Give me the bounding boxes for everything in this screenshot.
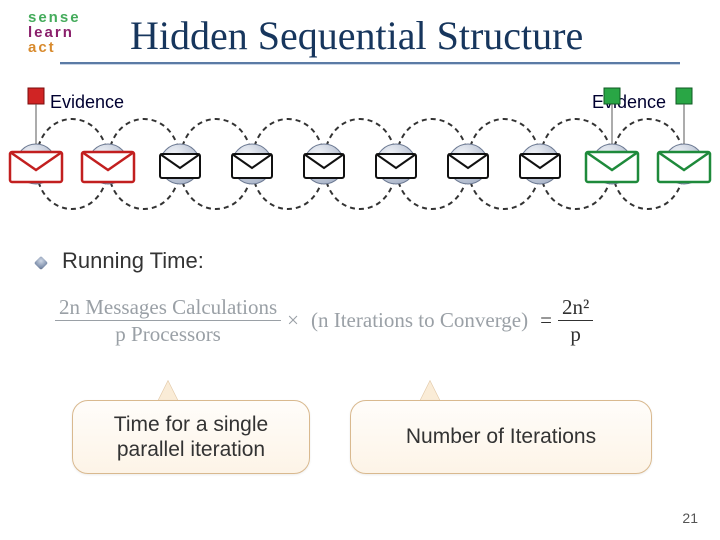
section-heading: Running Time: xyxy=(62,248,204,274)
frac1-den: p Processors xyxy=(111,322,225,346)
times-symbol: × xyxy=(281,308,305,333)
callout-right-text: Number of Iterations xyxy=(406,425,596,449)
frac2-num: 2n² xyxy=(558,295,593,319)
frac2-den: p xyxy=(566,322,585,346)
iterations-term: (n Iterations to Converge) xyxy=(305,308,534,333)
page-title: Hidden Sequential Structure xyxy=(130,12,583,59)
logo-line-learn: learn xyxy=(28,25,81,40)
logo-line-sense: sense xyxy=(28,10,81,25)
fraction-result: 2n² p xyxy=(558,295,593,346)
logo: sense learn act xyxy=(28,10,81,55)
running-time-formula: 2n Messages Calculations p Processors × … xyxy=(55,295,675,346)
envelopes xyxy=(10,152,710,182)
equals-symbol: = xyxy=(534,308,558,333)
fraction-messages: 2n Messages Calculations p Processors xyxy=(55,295,281,346)
callout-left-line2: parallel iteration xyxy=(117,437,265,462)
callout-left-line1: Time for a single xyxy=(114,412,268,437)
callout-time-per-iteration: Time for a single parallel iteration xyxy=(72,400,310,474)
callout-number-iterations: Number of Iterations xyxy=(350,400,652,474)
slide-number: 21 xyxy=(682,510,698,526)
callout-pointer-left xyxy=(158,381,178,401)
callout-pointer-right xyxy=(420,381,440,401)
bullet-icon xyxy=(34,256,48,270)
frac1-num: 2n Messages Calculations xyxy=(55,295,281,319)
title-underline xyxy=(60,62,680,65)
chain-diagram xyxy=(0,86,720,236)
logo-line-act: act xyxy=(28,40,81,55)
